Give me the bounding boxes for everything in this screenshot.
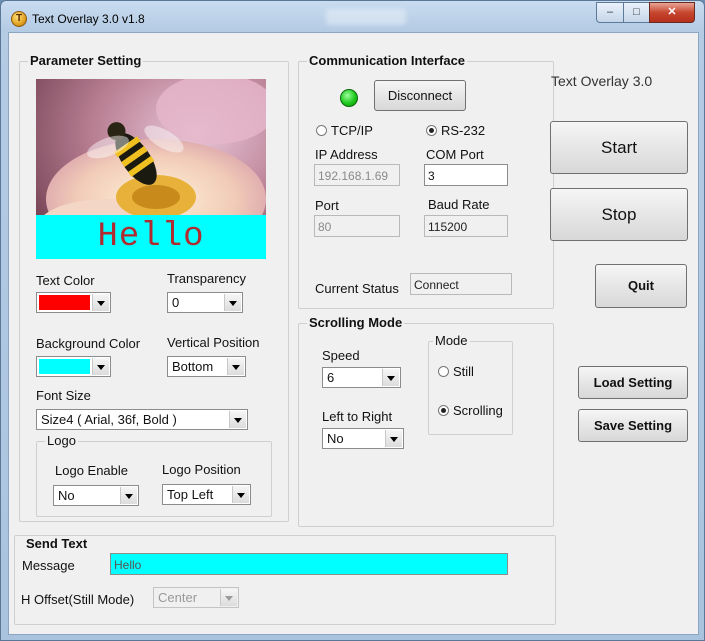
ip-address-field[interactable]: 192.168.1.69 — [314, 164, 400, 186]
ip-address-label: IP Address — [315, 147, 378, 162]
logo-enable-value: No — [58, 488, 75, 503]
text-color-label: Text Color — [36, 273, 95, 288]
minimize-button[interactable]: – — [596, 2, 624, 23]
still-label: Still — [453, 364, 474, 379]
port-field[interactable]: 80 — [314, 215, 400, 237]
h-offset-label: H Offset(Still Mode) — [21, 592, 135, 607]
logo-position-label: Logo Position — [162, 462, 241, 477]
save-setting-button[interactable]: Save Setting — [578, 409, 688, 442]
current-status-label: Current Status — [315, 281, 399, 296]
logo-enable-select[interactable]: No — [53, 485, 139, 506]
connection-status-led — [340, 89, 358, 107]
mode-legend: Mode — [433, 333, 470, 348]
transparency-select[interactable]: 0 — [167, 292, 243, 313]
quit-button[interactable]: Quit — [595, 264, 687, 308]
rs232-label: RS-232 — [441, 123, 486, 138]
scrolling-label: Scrolling — [453, 403, 503, 418]
chevron-down-icon — [92, 294, 109, 311]
stop-button[interactable]: Stop — [550, 188, 688, 241]
background-color-label: Background Color — [36, 336, 141, 351]
tcpip-radio[interactable]: TCP/IP — [316, 123, 373, 138]
send-text-group — [14, 535, 556, 625]
radio-off-icon — [316, 125, 327, 136]
still-radio[interactable]: Still — [438, 364, 474, 379]
chevron-down-icon — [229, 411, 246, 428]
left-to-right-label: Left to Right — [322, 409, 393, 424]
font-size-select[interactable]: Size4 ( Arial, 36f, Bold ) — [36, 409, 248, 430]
current-status-field: Connect — [410, 273, 512, 295]
h-offset-select[interactable]: Center — [153, 587, 239, 608]
message-label: Message — [22, 558, 75, 573]
scrolling-radio[interactable]: Scrolling — [438, 403, 503, 418]
load-setting-button[interactable]: Load Setting — [578, 366, 688, 399]
chevron-down-icon — [224, 294, 241, 311]
port-label: Port — [315, 198, 339, 213]
mode-group: Mode — [428, 333, 513, 435]
vertical-position-value: Bottom — [172, 359, 214, 374]
logo-position-select[interactable]: Top Left — [162, 484, 251, 505]
vertical-position-label: Vertical Position — [167, 335, 260, 350]
rs232-radio[interactable]: RS-232 — [426, 123, 485, 138]
com-port-label: COM Port — [426, 147, 484, 162]
h-offset-value: Center — [158, 590, 198, 605]
app-icon[interactable]: T — [11, 11, 27, 27]
parameter-setting-legend: Parameter Setting — [28, 53, 144, 68]
font-size-value: Size4 ( Arial, 36f, Bold ) — [41, 412, 177, 427]
send-text-legend: Send Text — [26, 536, 88, 551]
chevron-down-icon — [220, 589, 237, 606]
logo-enable-label: Logo Enable — [55, 463, 129, 478]
chevron-down-icon — [382, 369, 399, 386]
app-window: T Text Overlay 3.0 v1.8 – □ ✕ Parameter … — [0, 0, 705, 641]
client-area: Parameter Setting Hello Text Color Trans… — [8, 32, 699, 635]
scrolling-mode-legend: Scrolling Mode — [307, 315, 405, 330]
radio-off-icon — [438, 366, 449, 377]
background-color-picker[interactable] — [36, 356, 111, 377]
disconnect-button[interactable]: Disconnect — [374, 80, 466, 111]
speed-select[interactable]: 6 — [322, 367, 401, 388]
background-color-swatch — [39, 359, 90, 374]
chevron-down-icon — [385, 430, 402, 447]
start-button[interactable]: Start — [550, 121, 688, 174]
chevron-down-icon — [227, 358, 244, 375]
chevron-down-icon — [120, 487, 137, 504]
radio-on-icon — [426, 125, 437, 136]
overlay-preview: Hello — [36, 79, 266, 259]
transparency-label: Transparency — [167, 271, 246, 286]
chevron-down-icon — [92, 358, 109, 375]
text-color-picker[interactable] — [36, 292, 111, 313]
left-to-right-select[interactable]: No — [322, 428, 404, 449]
com-port-field[interactable]: 3 — [424, 164, 508, 186]
blurred-taskbar-item — [326, 9, 406, 25]
transparency-value: 0 — [172, 295, 180, 310]
close-button[interactable]: ✕ — [649, 2, 695, 23]
message-input[interactable]: Hello — [110, 553, 508, 575]
tcpip-label: TCP/IP — [331, 123, 373, 138]
chevron-down-icon — [232, 486, 249, 503]
left-to-right-value: No — [327, 431, 344, 446]
overlay-text-bar: Hello — [36, 215, 266, 259]
title-bar[interactable]: T Text Overlay 3.0 v1.8 – □ ✕ — [1, 1, 704, 35]
speed-value: 6 — [327, 370, 335, 385]
app-name-label: Text Overlay 3.0 — [551, 73, 653, 89]
logo-position-value: Top Left — [167, 487, 214, 502]
logo-legend: Logo — [45, 433, 78, 448]
speed-label: Speed — [322, 348, 360, 363]
radio-on-icon — [438, 405, 449, 416]
window-title: Text Overlay 3.0 v1.8 — [32, 12, 145, 26]
vertical-position-select[interactable]: Bottom — [167, 356, 246, 377]
communication-interface-legend: Communication Interface — [307, 53, 468, 68]
baud-rate-label: Baud Rate — [428, 197, 490, 212]
maximize-button[interactable]: □ — [623, 2, 650, 23]
font-size-label: Font Size — [36, 388, 91, 403]
text-color-swatch — [39, 295, 90, 310]
baud-rate-field[interactable]: 115200 — [424, 215, 508, 237]
